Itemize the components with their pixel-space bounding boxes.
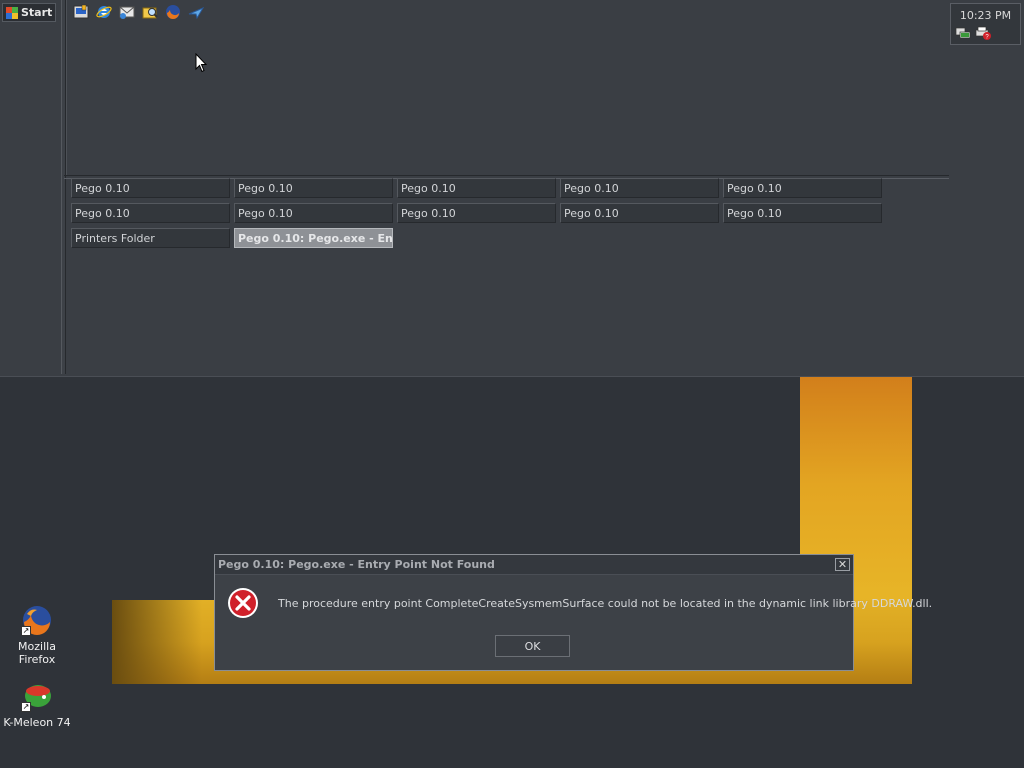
quick-launch-bar — [73, 4, 204, 20]
start-button[interactable]: Start — [2, 3, 56, 22]
task-list: Pego 0.10 Pego 0.10 Pego 0.10 Pego 0.10 … — [71, 178, 882, 248]
tray-icons: ? — [955, 26, 991, 40]
mouse-cursor-icon — [195, 53, 207, 73]
task-button[interactable]: Pego 0.10 — [234, 203, 393, 223]
desktop-icon-k-meleon[interactable]: ↗ K-Meleon 74 — [1, 680, 73, 729]
dialog-message: The procedure entry point CompleteCreate… — [278, 597, 933, 610]
wallpaper-shade — [112, 600, 202, 684]
start-label: Start — [21, 6, 53, 19]
task-button[interactable]: Pego 0.10 — [560, 203, 719, 223]
shortcut-arrow-icon: ↗ — [21, 626, 31, 636]
show-desktop-icon[interactable] — [73, 4, 89, 20]
close-button[interactable]: ✕ — [835, 558, 850, 571]
firefox-icon[interactable] — [165, 4, 181, 20]
task-button[interactable]: Pego 0.10 — [397, 178, 556, 198]
internet-explorer-icon[interactable] — [96, 4, 112, 20]
error-dialog: Pego 0.10: Pego.exe - Entry Point Not Fo… — [214, 554, 932, 671]
messenger-icon[interactable] — [188, 4, 204, 20]
task-button-printers-folder[interactable]: Printers Folder — [71, 228, 230, 248]
task-button[interactable]: Pego 0.10 — [234, 178, 393, 198]
firefox-icon: ↗ — [21, 604, 53, 636]
clock[interactable]: 10:23 PM — [951, 9, 1020, 22]
outlook-express-icon[interactable] — [119, 4, 135, 20]
error-icon — [228, 588, 258, 618]
windows-explorer-icon[interactable] — [142, 4, 158, 20]
printer-error-icon[interactable]: ? — [975, 26, 991, 40]
desktop-screen: Start Pego 0.10 Pego 0.10 Pego 0.10 Pego… — [0, 0, 1024, 768]
desktop-icon-label: K-Meleon 74 — [3, 716, 71, 729]
task-button[interactable]: Pego 0.10 — [560, 178, 719, 198]
task-button[interactable]: Pego 0.10 — [723, 203, 882, 223]
desktop-icon-label: Mozilla Firefox — [18, 640, 56, 666]
task-button[interactable]: Pego 0.10 — [397, 203, 556, 223]
task-button[interactable]: Pego 0.10 — [723, 178, 882, 198]
windows-logo-icon — [6, 6, 18, 19]
ok-button[interactable]: OK — [495, 635, 570, 657]
task-button[interactable]: Pego 0.10 — [71, 178, 230, 198]
taskbar: Start Pego 0.10 Pego 0.10 Pego 0.10 Pego… — [0, 0, 1024, 377]
network-icon[interactable] — [955, 26, 971, 40]
desktop-icon-firefox[interactable]: ↗ Mozilla Firefox — [1, 604, 73, 666]
shortcut-arrow-icon: ↗ — [21, 702, 31, 712]
dialog-title: Pego 0.10: Pego.exe - Entry Point Not Fo… — [218, 558, 495, 571]
system-tray: 10:23 PM ? — [950, 3, 1021, 45]
dialog-titlebar[interactable]: Pego 0.10: Pego.exe - Entry Point Not Fo… — [215, 555, 853, 575]
k-meleon-icon: ↗ — [21, 680, 53, 712]
task-button-active[interactable]: Pego 0.10: Pego.exe - Ent... — [234, 228, 393, 248]
task-button[interactable]: Pego 0.10 — [71, 203, 230, 223]
quicklaunch-divider — [66, 0, 67, 175]
